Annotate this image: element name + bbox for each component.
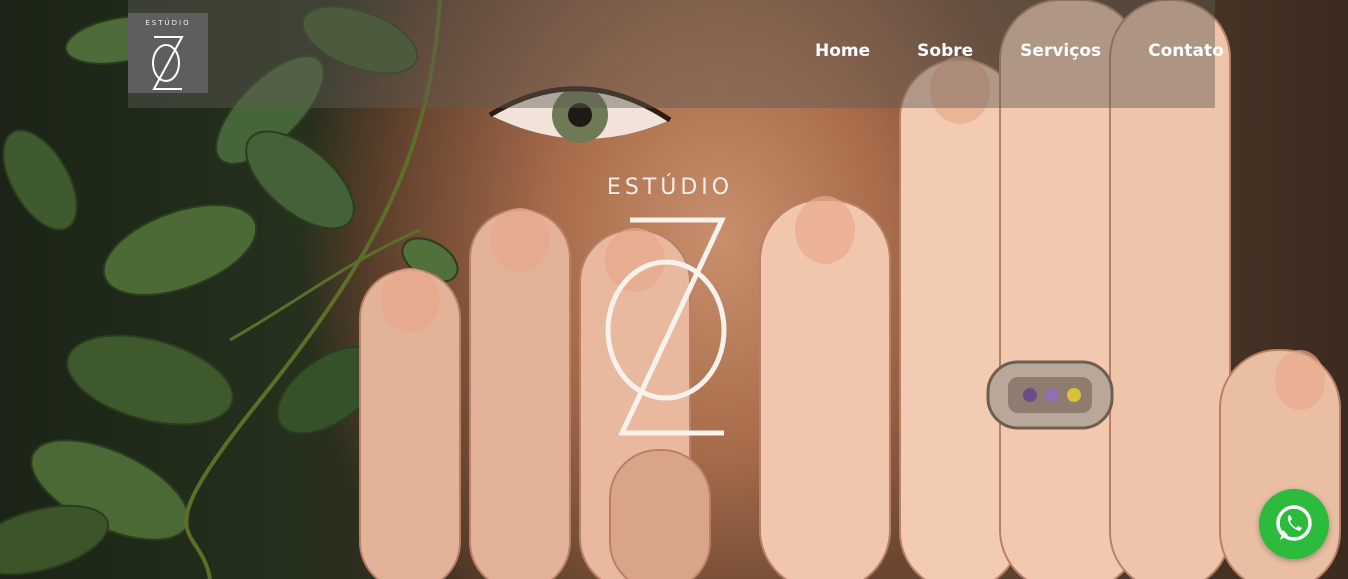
main-nav: Home Sobre Serviços Contato <box>800 41 1224 61</box>
hero-logo: ESTÚDIO <box>600 175 740 445</box>
nav-home[interactable]: Home <box>815 41 870 61</box>
nav-sobre[interactable]: Sobre <box>917 41 973 61</box>
whatsapp-button[interactable] <box>1259 489 1329 559</box>
hero-section: ESTÚDIO Home Sobre Serviços Contato ESTÚ… <box>0 0 1348 579</box>
site-logo[interactable]: ESTÚDIO <box>128 13 208 93</box>
ring-image <box>986 360 1114 430</box>
whatsapp-icon <box>1276 505 1312 541</box>
nav-contato[interactable]: Contato <box>1148 41 1224 61</box>
hero-monogram-icon <box>605 217 727 436</box>
logo-monogram-icon <box>152 36 184 90</box>
nav-servicos[interactable]: Serviços <box>1020 41 1101 61</box>
